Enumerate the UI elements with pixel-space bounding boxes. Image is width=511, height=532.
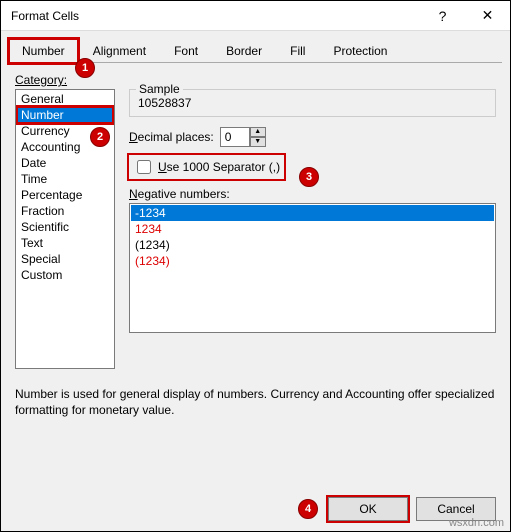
- tab-font[interactable]: Font: [161, 39, 211, 62]
- callout-3: 3: [299, 167, 319, 187]
- neg-item-3[interactable]: (1234): [131, 237, 494, 253]
- callout-1: 1: [75, 58, 95, 78]
- tab-protection[interactable]: Protection: [320, 39, 400, 62]
- category-time[interactable]: Time: [17, 171, 113, 187]
- tab-number[interactable]: Number: [9, 39, 78, 63]
- close-button[interactable]: ✕: [465, 1, 510, 31]
- neg-item-1[interactable]: -1234: [131, 205, 494, 221]
- sample-value: 10528837: [138, 96, 487, 110]
- category-general[interactable]: General: [17, 91, 113, 107]
- help-button[interactable]: ?: [420, 1, 465, 31]
- titlebar: Format Cells ? ✕: [1, 1, 510, 31]
- description-text: Number is used for general display of nu…: [15, 387, 496, 418]
- category-date[interactable]: Date: [17, 155, 113, 171]
- category-special[interactable]: Special: [17, 251, 113, 267]
- decimal-label: Decimal places:: [129, 130, 214, 144]
- decimal-spinner[interactable]: ▲ ▼: [220, 127, 266, 147]
- tab-border[interactable]: Border: [213, 39, 275, 62]
- callout-4: 4: [298, 499, 318, 519]
- spin-up[interactable]: ▲: [250, 127, 266, 137]
- negative-list[interactable]: -1234 1234 (1234) (1234): [129, 203, 496, 333]
- category-text[interactable]: Text: [17, 235, 113, 251]
- category-custom[interactable]: Custom: [17, 267, 113, 283]
- spin-down[interactable]: ▼: [250, 137, 266, 147]
- neg-item-2[interactable]: 1234: [131, 221, 494, 237]
- category-fraction[interactable]: Fraction: [17, 203, 113, 219]
- tab-alignment[interactable]: Alignment: [80, 39, 159, 62]
- sample-box: Sample 10528837: [129, 89, 496, 117]
- callout-2: 2: [90, 127, 110, 147]
- category-percentage[interactable]: Percentage: [17, 187, 113, 203]
- tab-fill[interactable]: Fill: [277, 39, 318, 62]
- use-separator-label: Use 1000 Separator (,): [158, 160, 280, 174]
- use-separator-checkbox[interactable]: [137, 160, 151, 174]
- format-cells-dialog: Format Cells ? ✕ Number Alignment Font B…: [0, 0, 511, 532]
- dialog-title: Format Cells: [11, 9, 420, 23]
- sample-label: Sample: [136, 82, 183, 96]
- negative-label: Negative numbers:: [129, 187, 496, 201]
- decimal-input[interactable]: [220, 127, 250, 147]
- watermark: wsxdn.com: [449, 517, 504, 529]
- tab-content: Category: General Number Currency Accoun…: [1, 63, 510, 379]
- category-number[interactable]: Number: [17, 107, 113, 123]
- ok-button[interactable]: OK: [328, 497, 408, 521]
- neg-item-4[interactable]: (1234): [131, 253, 494, 269]
- category-scientific[interactable]: Scientific: [17, 219, 113, 235]
